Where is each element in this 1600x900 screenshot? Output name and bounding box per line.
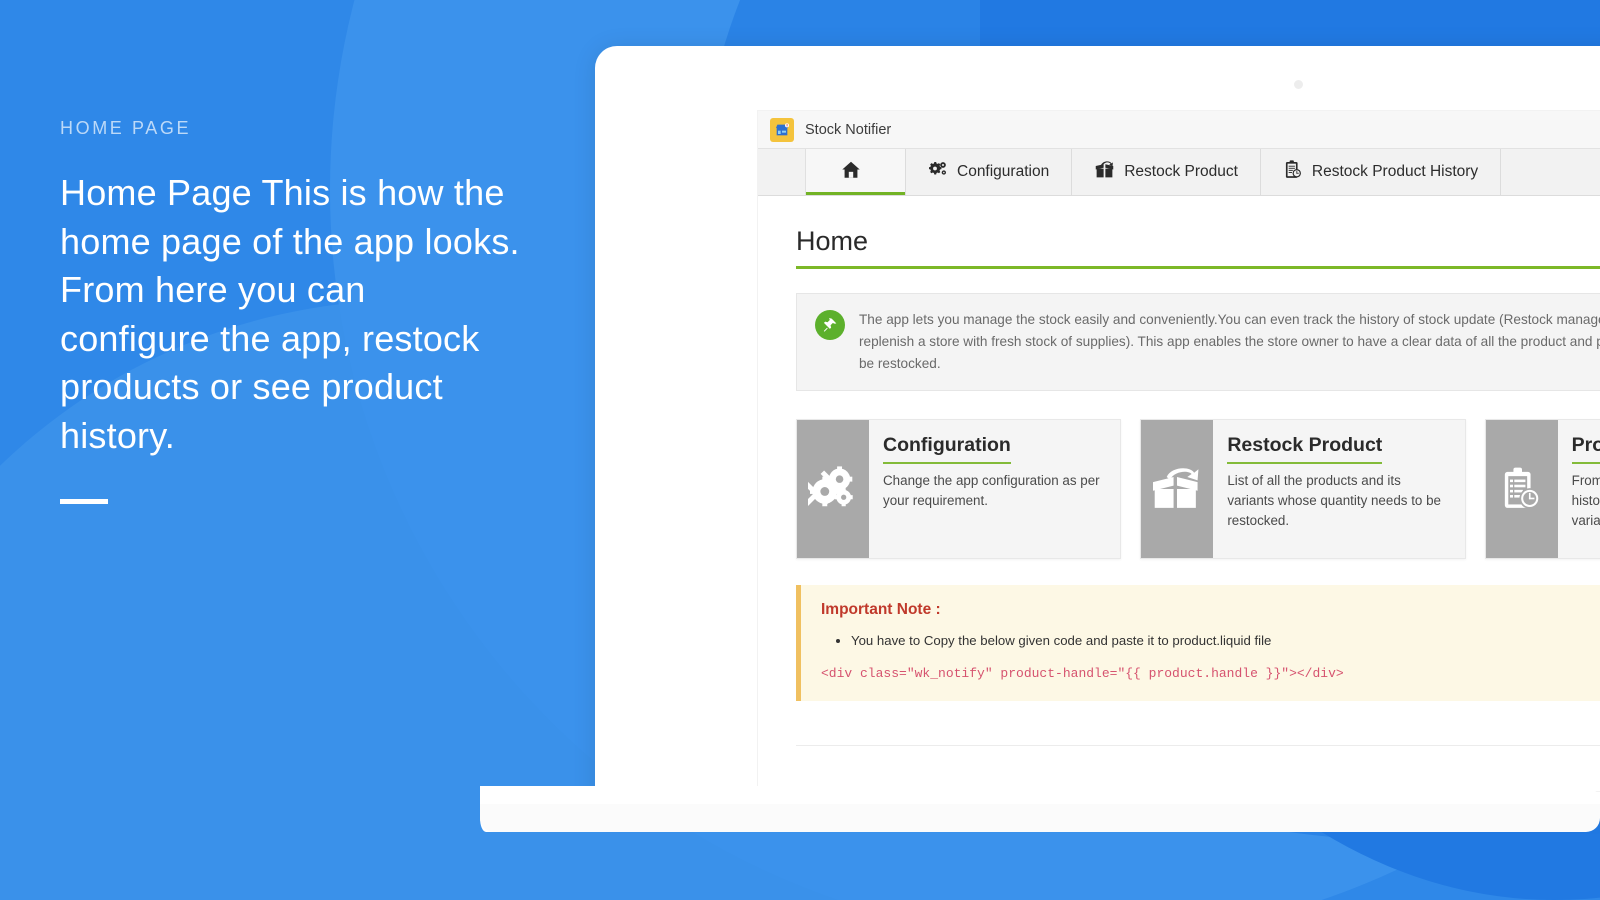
laptop-lid: Stock Notifier by Webkul Software Pvt Lt… <box>595 46 1600 811</box>
feature-cards: Configuration Change the app configurati… <box>796 419 1600 560</box>
info-banner-text: The app lets you manage the stock easily… <box>859 312 1600 372</box>
tab-configuration[interactable]: Configuration <box>906 149 1073 195</box>
tab-left-spacer <box>758 149 806 195</box>
app-screen: Stock Notifier by Webkul Software Pvt Lt… <box>758 111 1600 791</box>
card-body: Configuration Change the app configurati… <box>869 420 1120 558</box>
open-box-icon <box>1094 159 1115 185</box>
home-icon <box>840 159 862 186</box>
brand: Stock Notifier <box>770 117 892 142</box>
tab-home[interactable] <box>806 149 906 195</box>
slide-eyebrow: HOME PAGE <box>60 118 192 138</box>
page-content: Home The app lets you manage the stock e… <box>758 196 1600 785</box>
important-note-title: Important Note : <box>821 601 941 619</box>
card-title: Restock Product <box>1227 434 1383 465</box>
page-footer-divider <box>796 744 1600 785</box>
info-banner: The app lets you manage the stock easily… <box>796 293 1600 392</box>
card-desc: Change the app configuration as per your… <box>883 473 1100 509</box>
page-title: Home <box>796 226 1600 269</box>
card-body: Restock Product List of all the products… <box>1213 420 1464 558</box>
slide-rule <box>60 498 108 504</box>
slide-text-column: HOME PAGE Home Page This is how the home… <box>60 118 520 504</box>
laptop-webcam-icon <box>1294 80 1303 89</box>
tab-restock-product-history[interactable]: Restock Product History <box>1260 149 1502 195</box>
important-note: Important Note : You have to Copy the be… <box>796 585 1600 701</box>
tab-restock-product-label: Restock Product <box>1124 163 1238 180</box>
card-desc: List of all the products and its variant… <box>1227 473 1441 529</box>
tab-restock-product[interactable]: Restock Product <box>1072 149 1261 195</box>
card-title: Configuration <box>883 434 1011 465</box>
open-box-icon <box>1141 420 1214 559</box>
gears-icon <box>928 160 948 185</box>
card-restock-product[interactable]: Restock Product List of all the products… <box>1140 419 1466 560</box>
tab-restock-product-history-label: Restock Product History <box>1311 163 1479 180</box>
clipboard-clock-icon <box>1485 420 1558 559</box>
store-icon <box>770 117 794 142</box>
card-body: Product History From here you can get al… <box>1558 420 1600 558</box>
tab-right-spacer <box>1501 149 1600 195</box>
card-product-history[interactable]: Product History From here you can get al… <box>1484 419 1600 560</box>
nav-tabs: Configuration Restock Product Restock Pr… <box>758 149 1600 196</box>
laptop-base <box>480 804 1600 832</box>
list-item: You have to Copy the below given code an… <box>851 631 1600 651</box>
gears-icon <box>797 420 869 559</box>
card-title: Product History <box>1571 434 1600 465</box>
card-desc: From here you can get all the restock hi… <box>1571 473 1600 529</box>
tab-configuration-label: Configuration <box>957 163 1050 180</box>
brand-name: Stock Notifier <box>805 121 892 138</box>
snippet-code: <div class="wk_notify" product-handle="{… <box>821 665 1344 681</box>
slide-headline: Home Page This is how the home page of t… <box>60 172 520 456</box>
app-bar: Stock Notifier by Webkul Software Pvt Lt… <box>758 111 1600 149</box>
important-note-list: You have to Copy the below given code an… <box>851 631 1600 651</box>
card-configuration[interactable]: Configuration Change the app configurati… <box>796 419 1122 560</box>
pin-icon <box>815 310 845 340</box>
clipboard-clock-icon <box>1283 159 1303 185</box>
